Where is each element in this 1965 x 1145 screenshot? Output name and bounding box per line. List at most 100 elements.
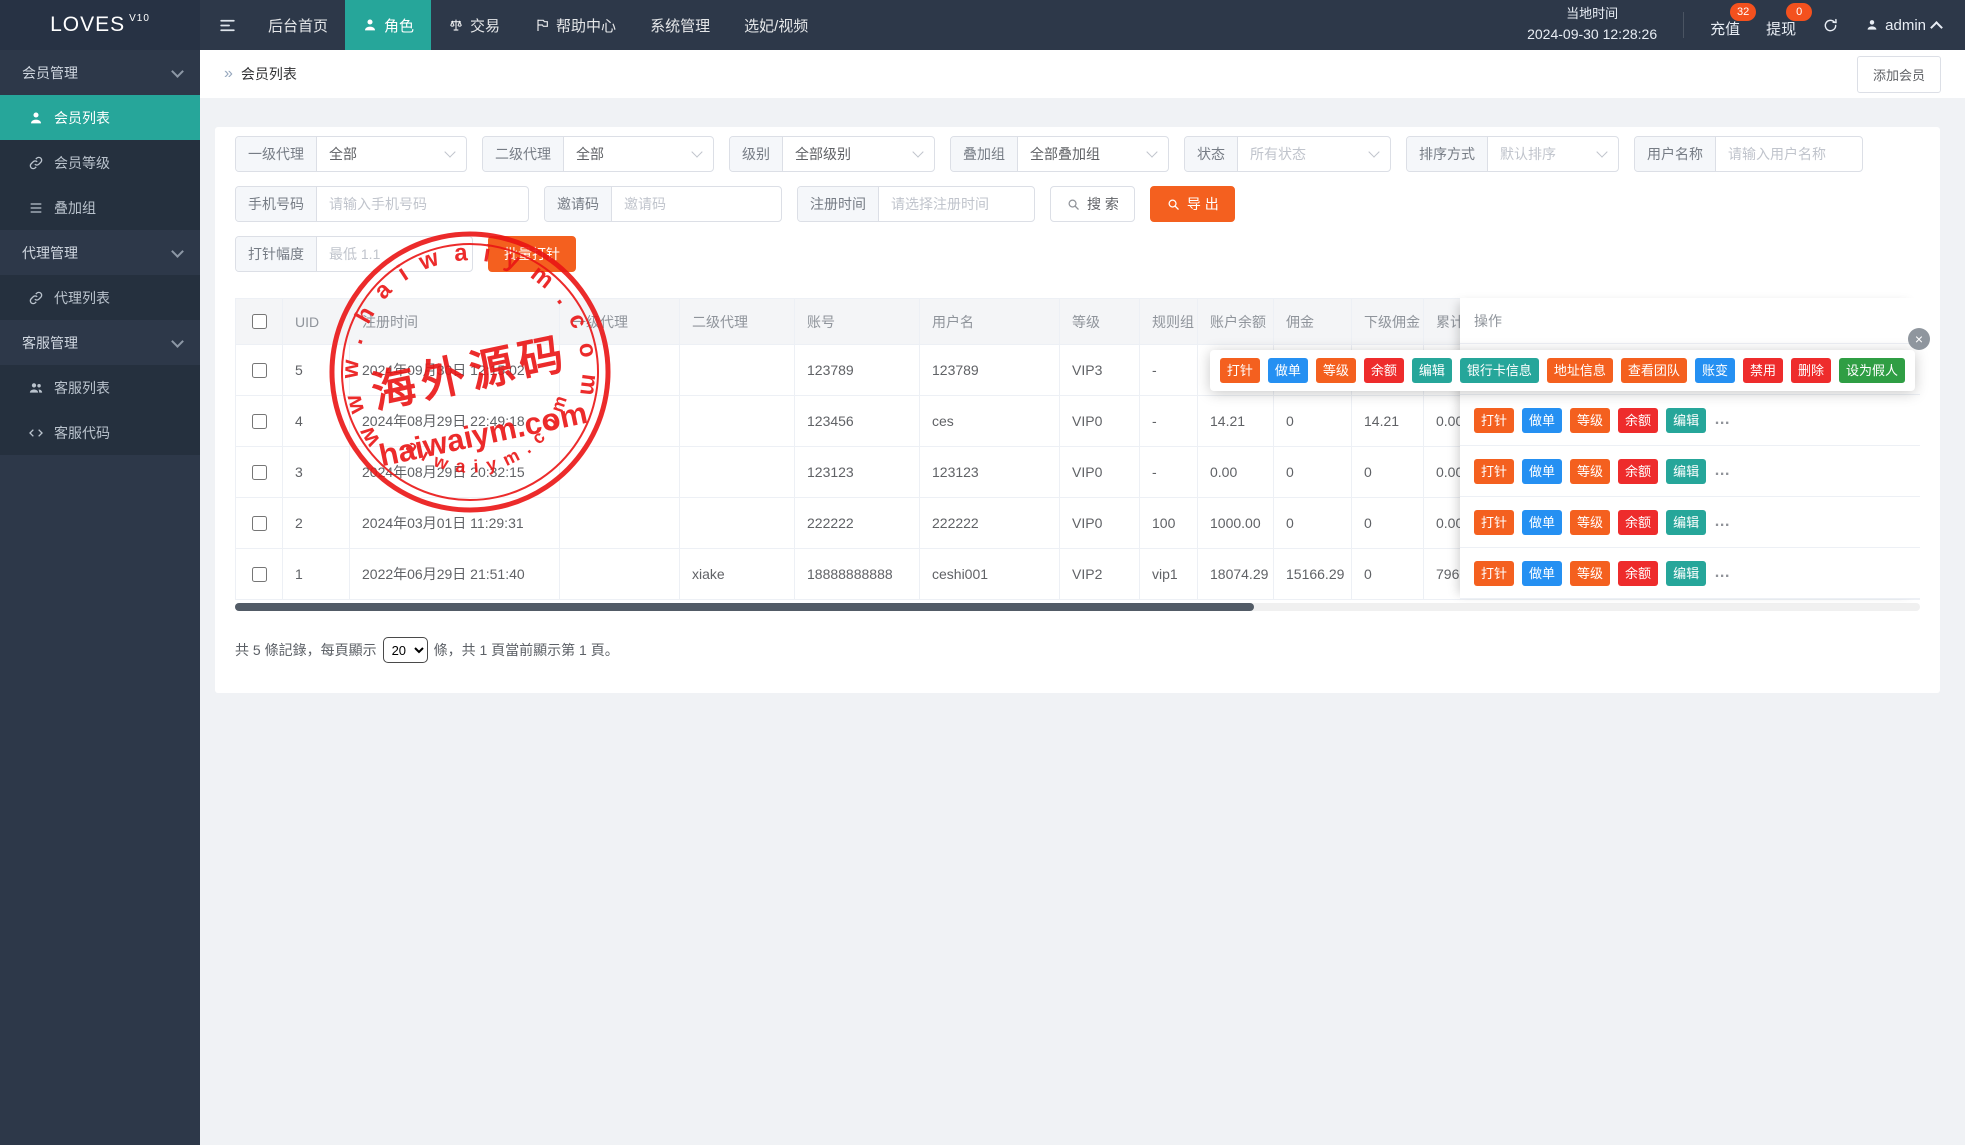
top-navbar: LOVESV10 后台首页 角色 交易 帮助中心 系统管理 选妃/视频 当地时间… — [0, 0, 1965, 50]
row-checkbox[interactable] — [252, 465, 267, 480]
pagination-prefix: 共 5 條記錄，每頁顯示 — [235, 640, 377, 660]
withdraw-link[interactable]: 提现 0 — [1766, 12, 1796, 39]
export-button[interactable]: 导 出 — [1150, 186, 1235, 222]
balance-button[interactable]: 余额 — [1618, 561, 1658, 586]
cell-rule-group: - — [1140, 396, 1198, 447]
inject-button[interactable]: 打针 — [1474, 459, 1514, 484]
row-checkbox[interactable] — [252, 363, 267, 378]
level-button[interactable]: 等级 — [1570, 408, 1610, 433]
balance-button[interactable]: 余额 — [1618, 408, 1658, 433]
agent1-select[interactable]: 全部 — [317, 137, 466, 171]
stack-group-select[interactable]: 全部叠加组 — [1018, 137, 1168, 171]
popup-action-button[interactable]: 银行卡信息 — [1460, 358, 1539, 383]
cell-account: 18888888888 — [795, 549, 920, 600]
page-title: 会员列表 — [241, 64, 297, 84]
edit-button[interactable]: 编辑 — [1666, 408, 1706, 433]
close-icon[interactable]: × — [1908, 328, 1930, 350]
reg-time-input[interactable] — [879, 187, 1034, 221]
row-checkbox[interactable] — [252, 516, 267, 531]
user-menu[interactable]: admin — [1865, 17, 1941, 34]
inject-range-input[interactable] — [317, 237, 472, 271]
more-actions-button[interactable]: … — [1714, 462, 1732, 480]
edit-button[interactable]: 编辑 — [1666, 561, 1706, 586]
username-input[interactable] — [1716, 137, 1862, 171]
phone-input[interactable] — [317, 187, 528, 221]
popup-action-button[interactable]: 余额 — [1364, 358, 1404, 383]
row-actions: 打针 做单 等级 余额 编辑 … — [1460, 446, 1920, 497]
make-order-button[interactable]: 做单 — [1522, 459, 1562, 484]
filter-sort: 排序方式 默认排序 — [1406, 136, 1619, 172]
make-order-button[interactable]: 做单 — [1522, 408, 1562, 433]
status-select[interactable]: 所有状态 — [1238, 137, 1390, 171]
nav-item-dashboard[interactable]: 后台首页 — [251, 0, 345, 50]
cell-username: 123123 — [920, 447, 1060, 498]
sidebar-group-member-mgmt[interactable]: 会员管理 — [0, 50, 200, 95]
row-checkbox[interactable] — [252, 414, 267, 429]
sort-select[interactable]: 默认排序 — [1488, 137, 1618, 171]
make-order-button[interactable]: 做单 — [1522, 510, 1562, 535]
row-checkbox[interactable] — [252, 567, 267, 582]
agent2-select[interactable]: 全部 — [564, 137, 713, 171]
cell-uid: 4 — [283, 396, 350, 447]
edit-button[interactable]: 编辑 — [1666, 510, 1706, 535]
level-button[interactable]: 等级 — [1570, 561, 1610, 586]
hamburger-icon[interactable] — [200, 0, 251, 50]
more-actions-button[interactable]: … — [1714, 513, 1732, 531]
sidebar-group-support-mgmt[interactable]: 客服管理 — [0, 320, 200, 365]
sidebar-group-agent-mgmt[interactable]: 代理管理 — [0, 230, 200, 275]
batch-inject-button[interactable]: 批量打针 — [488, 236, 576, 272]
popup-action-button[interactable]: 设为假人 — [1839, 358, 1905, 383]
search-button[interactable]: 搜 索 — [1050, 186, 1135, 222]
nav-item-video[interactable]: 选妃/视频 — [727, 0, 825, 50]
popup-action-button[interactable]: 删除 — [1791, 358, 1831, 383]
more-actions-button[interactable]: … — [1714, 564, 1732, 582]
cell-reg-time: 2024年08月29日 20:32:15 — [350, 447, 560, 498]
cell-account: 123456 — [795, 396, 920, 447]
page-size-select[interactable]: 20 — [383, 637, 428, 663]
popup-action-button[interactable]: 等级 — [1316, 358, 1356, 383]
popup-action-button[interactable]: 编辑 — [1412, 358, 1452, 383]
horizontal-scrollbar[interactable] — [235, 603, 1920, 611]
more-actions-button[interactable]: … — [1714, 411, 1732, 429]
cell-agent2 — [680, 396, 795, 447]
select-all-checkbox[interactable] — [252, 314, 267, 329]
add-member-button[interactable]: 添加会员 — [1857, 56, 1941, 93]
balance-button[interactable]: 余额 — [1618, 459, 1658, 484]
inject-button[interactable]: 打针 — [1474, 561, 1514, 586]
cell-rule-group: - — [1140, 345, 1198, 396]
cell-uid: 2 — [283, 498, 350, 549]
balance-button[interactable]: 余额 — [1618, 510, 1658, 535]
popup-action-button[interactable]: 禁用 — [1743, 358, 1783, 383]
scrollbar-thumb[interactable] — [235, 603, 1254, 611]
row-actions-popup: 打针 做单 等级 余额 编辑 银行卡信息 地址信息 查看团队 账变 — [1210, 350, 1915, 391]
edit-button[interactable]: 编辑 — [1666, 459, 1706, 484]
cell-level: VIP3 — [1060, 345, 1140, 396]
popup-action-button[interactable]: 账变 — [1695, 358, 1735, 383]
sidebar-item-support-list[interactable]: 客服列表 — [0, 365, 200, 410]
inject-button[interactable]: 打针 — [1474, 510, 1514, 535]
sidebar-item-support-code[interactable]: 客服代码 — [0, 410, 200, 455]
chevron-down-icon — [691, 146, 702, 157]
nav-item-system-mgmt[interactable]: 系统管理 — [633, 0, 727, 50]
sidebar-item-stack-group[interactable]: 叠加组 — [0, 185, 200, 230]
invite-code-input[interactable] — [612, 187, 781, 221]
recharge-link[interactable]: 充值 32 — [1710, 12, 1740, 39]
nav-item-transactions[interactable]: 交易 — [431, 0, 517, 50]
popup-action-button[interactable]: 查看团队 — [1621, 358, 1687, 383]
row-actions: 打针 做单 等级 余额 编辑 … — [1460, 548, 1920, 599]
nav-item-help-center[interactable]: 帮助中心 — [517, 0, 633, 50]
refresh-icon[interactable] — [1822, 17, 1839, 34]
popup-action-button[interactable]: 地址信息 — [1547, 358, 1613, 383]
make-order-button[interactable]: 做单 — [1522, 561, 1562, 586]
sidebar-item-member-level[interactable]: 会员等级 — [0, 140, 200, 185]
level-button[interactable]: 等级 — [1570, 510, 1610, 535]
sidebar-item-agent-list[interactable]: 代理列表 — [0, 275, 200, 320]
popup-action-button[interactable]: 打针 — [1220, 358, 1260, 383]
popup-action-button[interactable]: 做单 — [1268, 358, 1308, 383]
level-button[interactable]: 等级 — [1570, 459, 1610, 484]
nav-item-roles[interactable]: 角色 — [345, 0, 431, 50]
level-select[interactable]: 全部级别 — [783, 137, 934, 171]
cell-checkbox — [236, 345, 283, 396]
sidebar-item-member-list[interactable]: 会员列表 — [0, 95, 200, 140]
inject-button[interactable]: 打针 — [1474, 408, 1514, 433]
